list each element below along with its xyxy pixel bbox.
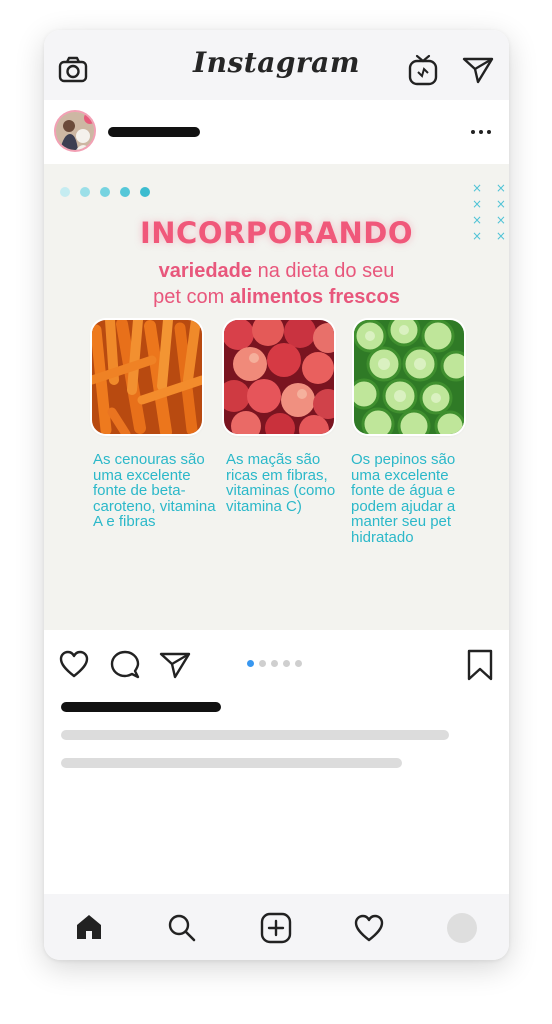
- new-post-icon[interactable]: [260, 912, 292, 944]
- cucumbers-caption: Os pepinos são uma excelente fonte de ág…: [351, 451, 456, 546]
- search-icon[interactable]: [167, 913, 197, 943]
- carrots-photo: [92, 320, 202, 434]
- caption-placeholder-line: [61, 730, 449, 740]
- username-placeholder[interactable]: [108, 127, 200, 137]
- heart-icon[interactable]: [59, 650, 89, 678]
- direct-message-icon[interactable]: [462, 56, 494, 84]
- app-brand: Instagram: [193, 46, 360, 79]
- share-icon[interactable]: [159, 651, 191, 679]
- igtv-icon[interactable]: [408, 54, 438, 86]
- profile-avatar[interactable]: [447, 913, 477, 943]
- top-bar: Instagram: [44, 30, 509, 100]
- carousel-subtitle: variedade na dieta do seu pet com alimen…: [44, 258, 509, 310]
- bookmark-icon[interactable]: [466, 649, 494, 681]
- bottom-navigation: [44, 894, 509, 960]
- post-header: [44, 100, 509, 164]
- apples-caption: As maçãs são ricas em fibras, vitaminas …: [226, 451, 336, 515]
- likes-placeholder: [61, 702, 221, 712]
- caption-placeholder-line: [61, 758, 402, 768]
- comment-icon[interactable]: [110, 650, 140, 680]
- user-avatar[interactable]: [56, 112, 94, 150]
- carousel-title: INCORPORANDO: [139, 216, 413, 250]
- phone-frame: Instagram × × × × × × × × INCORPORANDO v…: [44, 30, 509, 960]
- subtitle-text-1: na dieta do seu: [252, 260, 395, 282]
- subtitle-bold-1: variedade: [158, 260, 253, 282]
- cucumbers-photo: [354, 320, 464, 434]
- more-options-icon[interactable]: [471, 122, 493, 140]
- home-icon[interactable]: [75, 913, 103, 941]
- post-actions: [44, 630, 509, 700]
- carrots-caption: As cenouras são uma excelente fonte de b…: [93, 451, 216, 530]
- post-carousel-image[interactable]: × × × × × × × × × × × × INCORPORANDO var…: [44, 164, 509, 630]
- subtitle-bold-2: alimentos frescos: [229, 286, 400, 308]
- apples-photo: [224, 320, 334, 434]
- subtitle-text-2: pet com: [153, 286, 230, 308]
- activity-heart-icon[interactable]: [354, 914, 384, 942]
